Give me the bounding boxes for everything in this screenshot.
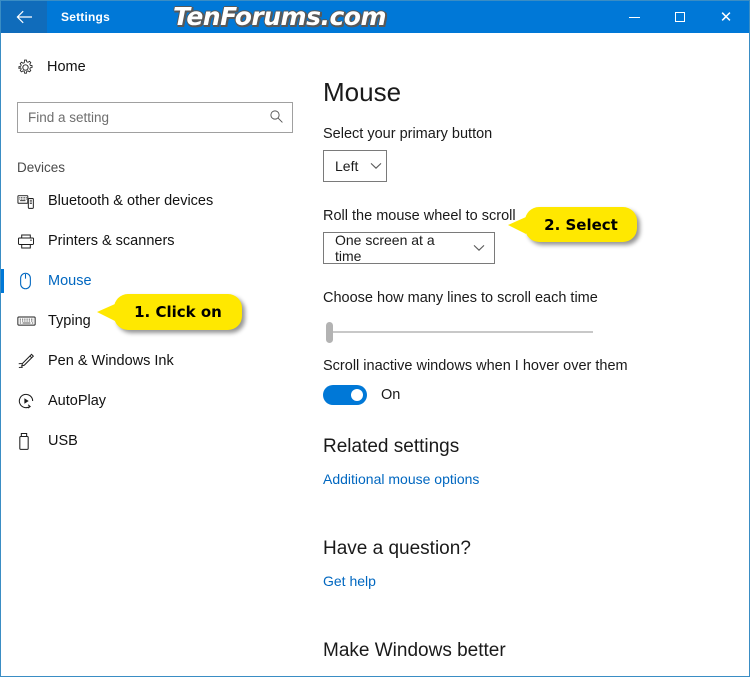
wheel-scroll-value: One screen at a time [335,232,435,264]
maximize-button[interactable] [657,1,703,33]
search-container [17,102,293,133]
related-settings-heading: Related settings [323,436,460,457]
pen-icon [17,352,48,370]
sidebar-item-printers[interactable]: Printers & scanners [1,221,313,261]
minimize-button[interactable] [611,1,657,33]
sidebar-item-usb-label: USB [48,433,78,449]
lines-slider-label: Choose how many lines to scroll each tim… [323,290,598,306]
sidebar-item-autoplay-label: AutoPlay [48,393,107,409]
page-title: Mouse [323,77,402,107]
bluetooth-devices-icon [17,193,48,210]
inactive-scroll-toggle[interactable] [323,385,367,405]
additional-mouse-options-link[interactable]: Additional mouse options [323,471,479,487]
window-title: Settings [61,10,110,24]
slider-track [329,331,593,333]
inactive-scroll-state: On [381,387,401,403]
close-icon: ✕ [719,8,733,26]
sidebar-item-pen[interactable]: Pen & Windows Ink [1,341,313,381]
sidebar-item-bluetooth-label: Bluetooth & other devices [48,193,214,209]
settings-window: Settings ✕ TenForums.com Home Find a set… [0,0,750,677]
title-bar-spacer [110,1,611,33]
sidebar-item-bluetooth[interactable]: Bluetooth & other devices [1,181,313,221]
sidebar-item-mouse-label: Mouse [48,273,92,289]
sidebar-group-title: Devices [17,160,66,175]
toggle-knob [351,389,363,401]
callout-click-on-text: 1. Click on [134,303,222,321]
callout-select-text: 2. Select [544,215,618,234]
minimize-icon [628,17,640,18]
chevron-down-icon [370,162,382,170]
inactive-scroll-label: Scroll inactive windows when I hover ove… [323,358,628,374]
callout-click-on: 1. Click on [97,294,242,330]
sidebar-item-pen-label: Pen & Windows Ink [48,353,174,369]
primary-button-value: Left [335,158,359,174]
callout-tail [508,216,526,234]
sidebar: Home Devices [1,33,313,676]
maximize-icon [675,12,685,22]
autoplay-icon [17,392,48,410]
have-question-heading: Have a question? [323,538,471,559]
gear-icon [17,59,47,76]
sidebar-item-autoplay[interactable]: AutoPlay [1,381,313,421]
sidebar-item-usb[interactable]: USB [1,421,313,461]
window-content: Home Devices [1,33,749,676]
slider-thumb[interactable] [326,322,333,343]
main-pane: Mouse Select your primary button Left Ro… [313,33,749,676]
wheel-scroll-dropdown[interactable]: One screen at a time [323,232,495,264]
callout-tail [97,304,115,321]
usb-icon [17,432,48,451]
get-help-link[interactable]: Get help [323,573,376,589]
back-arrow-icon [16,10,33,24]
printer-icon [17,233,48,250]
callout-select: 2. Select [508,207,637,242]
chevron-down-icon [473,244,485,252]
sidebar-item-typing-label: Typing [48,313,91,329]
primary-button-dropdown[interactable]: Left [323,150,387,182]
primary-button-label: Select your primary button [323,126,493,142]
search-input[interactable] [17,102,293,133]
make-windows-better-heading: Make Windows better [323,640,506,661]
back-button[interactable] [1,1,47,33]
sidebar-item-printers-label: Printers & scanners [48,233,175,249]
close-button[interactable]: ✕ [703,1,749,33]
inactive-scroll-row: On [323,385,749,405]
mouse-icon [17,272,48,290]
lines-slider[interactable] [323,319,593,345]
keyboard-icon [17,314,48,328]
sidebar-item-home[interactable]: Home [1,50,313,84]
title-bar: Settings ✕ [1,1,749,33]
sidebar-item-home-label: Home [47,59,86,75]
window-controls: ✕ [611,1,749,33]
